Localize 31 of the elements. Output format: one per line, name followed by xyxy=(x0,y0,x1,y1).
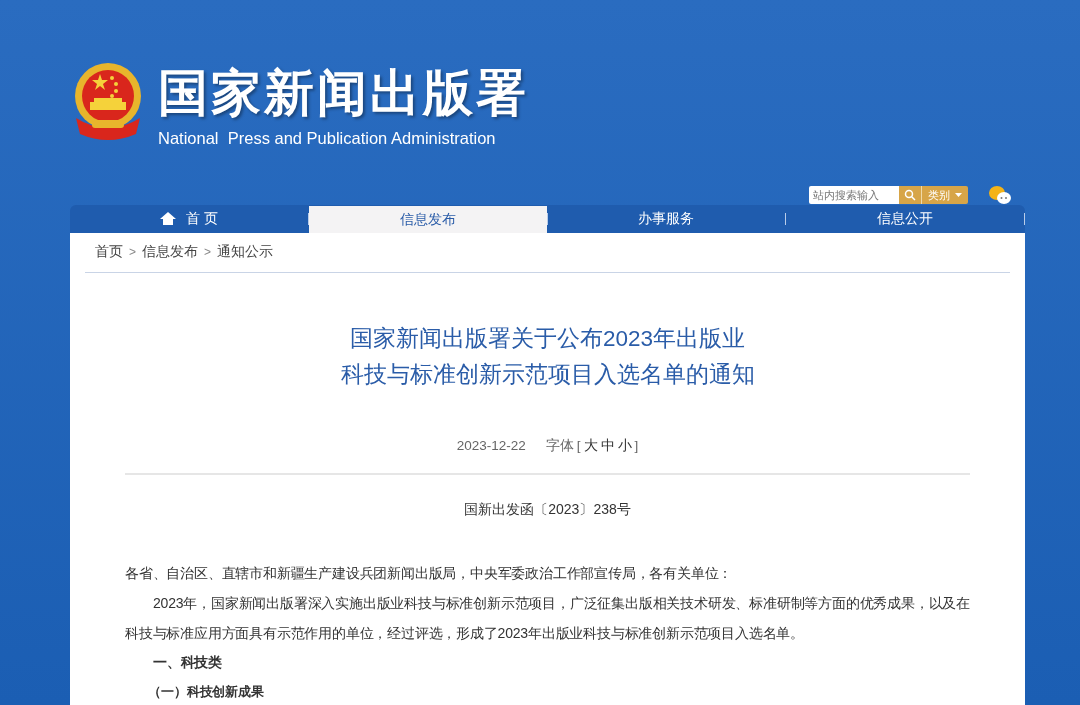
nav-tab[interactable]: 信息公开 xyxy=(786,204,1024,233)
breadcrumb-separator: > xyxy=(204,244,212,262)
caret-icon xyxy=(955,192,962,197)
breadcrumb-link[interactable]: 信息发布 xyxy=(142,242,198,263)
font-size-link[interactable]: 大 xyxy=(583,435,598,456)
publish-date: 2023-12-22 xyxy=(456,436,526,455)
chat-bubbles-icon[interactable] xyxy=(988,184,1012,205)
nav-tab[interactable]: 首 页 xyxy=(70,204,308,233)
section-heading: 一、科技类 xyxy=(152,652,223,672)
breadcrumb-separator: > xyxy=(129,244,136,262)
search-field[interactable]: 站内搜索输入 xyxy=(809,185,899,204)
home-icon xyxy=(159,212,176,226)
bracket: ] xyxy=(634,436,639,455)
article-title: 国家新闻出版署关于公布2023年出版业 xyxy=(349,324,746,353)
article-title: 科技与标准创新示范项目入选名单的通知 xyxy=(340,360,755,389)
document-number: 国新出发函〔2023〕238号 xyxy=(464,499,631,519)
bracket: [ xyxy=(576,436,581,455)
nav-tab[interactable]: 信息发布 xyxy=(308,205,547,234)
search-button[interactable] xyxy=(899,185,921,204)
body-paragraph: 2023年，国家新闻出版署深入实施出版业科技与标准创新示范项目，广泛征集出版相关技术研发、标准研制等方面的优秀成果，以及在科技与标准应用方面具有示范作用的单位，经过评选，形成了2023年出版业科技与标准创新示范项目入选名单。 xyxy=(125,593,970,643)
breadcrumb-link[interactable]: 首页 xyxy=(95,242,123,263)
font-size-label: 字体 xyxy=(545,436,574,455)
site-subtitle: National Press and Publication Administration xyxy=(158,128,497,149)
site-title: 国家新闻出版署 xyxy=(158,64,529,123)
breadcrumb-link[interactable]: 通知公示 xyxy=(217,242,274,263)
subsection-heading: （一）科技创新成果 xyxy=(147,682,265,701)
font-size-link[interactable]: 小 xyxy=(617,435,632,456)
salutation: 各省、自治区、直辖市和新疆生产建设兵团新闻出版局，中央军委政治工作部宣传局，各有关单位： xyxy=(125,563,734,583)
nav-tab[interactable]: 办事服务 xyxy=(547,204,786,233)
search-icon xyxy=(904,188,916,201)
font-size-link[interactable]: 中 xyxy=(600,435,615,456)
